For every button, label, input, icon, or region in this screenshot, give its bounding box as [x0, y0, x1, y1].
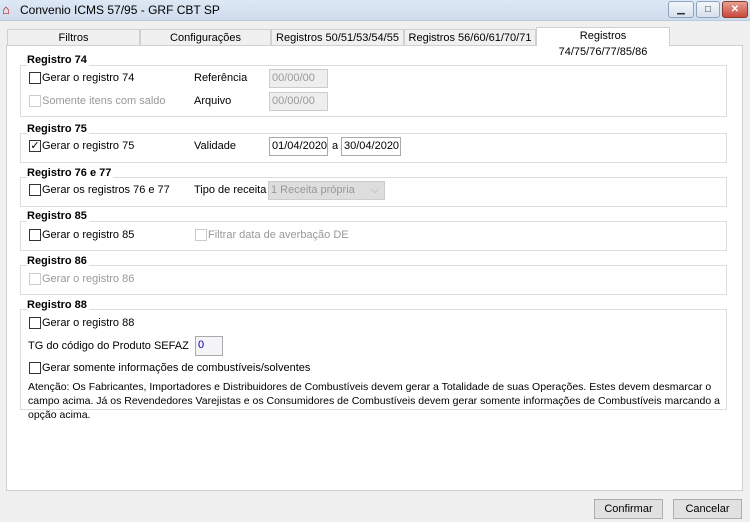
close-icon[interactable]: ✕ — [722, 1, 748, 18]
checkbox-label: Filtrar data de averbação DE — [208, 229, 349, 241]
group-title: Registro 75 — [27, 123, 89, 135]
gerar-86-checkbox[interactable] — [29, 273, 41, 285]
app-icon: ⌂ — [2, 2, 10, 17]
title-bar: ⌂ Convenio ICMS 57/95 - GRF CBT SP ▁ □ ✕ — [0, 0, 750, 21]
gerar-88-checkbox[interactable] — [29, 317, 41, 329]
group-title: Registro 76 e 77 — [27, 167, 114, 179]
gerar-76-checkbox[interactable] — [29, 184, 41, 196]
checkbox-label: Gerar somente informações de combustívei… — [42, 362, 311, 374]
referencia-label: Referência — [194, 72, 248, 84]
checkbox-label: Gerar o registro 85 — [42, 229, 135, 241]
checkbox-label: Gerar o registro 75 — [42, 140, 135, 152]
tab-registros-56[interactable]: Registros 56/60/61/70/71 — [404, 29, 536, 46]
tipo-receita-label: Tipo de receita — [194, 184, 267, 196]
chevron-down-icon: ⌵ — [370, 184, 379, 196]
a-label: a — [332, 140, 339, 152]
validade-de-input[interactable]: 01/04/2020 — [269, 137, 328, 156]
atencao-text: Atenção: Os Fabricantes, Importadores e … — [28, 381, 720, 421]
checkbox-label: Gerar o registro 88 — [42, 317, 135, 329]
arquivo-label: Arquivo — [194, 95, 232, 107]
group-title: Registro 85 — [27, 210, 89, 222]
checkbox-label: Gerar o registro 86 — [42, 273, 135, 285]
tipo-receita-select[interactable]: 1 Receita própria ⌵ — [268, 181, 385, 200]
validade-ate-input[interactable]: 30/04/2020 — [341, 137, 401, 156]
group-title: Registro 86 — [27, 255, 89, 267]
selected-value: 1 Receita própria — [271, 184, 355, 196]
referencia-input[interactable]: 00/00/00 — [269, 69, 328, 88]
validade-label: Validade — [194, 140, 236, 152]
tab-filtros[interactable]: Filtros — [7, 29, 140, 46]
somente-saldo-checkbox[interactable] — [29, 95, 41, 107]
checkbox-label: Gerar o registro 74 — [42, 72, 135, 84]
maximize-icon[interactable]: □ — [696, 1, 720, 18]
gerar-75-checkbox[interactable]: ✓ — [29, 140, 41, 152]
tg-label: TG do código do Produto SEFAZ — [28, 340, 189, 352]
somente-combustiveis-checkbox[interactable] — [29, 362, 41, 374]
checkbox-label: Somente itens com saldo — [42, 95, 166, 107]
tg-input[interactable]: 0 — [195, 336, 223, 356]
gerar-74-checkbox[interactable] — [29, 72, 41, 84]
tab-registros-50[interactable]: Registros 50/51/53/54/55 — [271, 29, 404, 46]
group-title: Registro 88 — [27, 299, 89, 311]
checkbox-label: Gerar os registros 76 e 77 — [42, 184, 170, 196]
confirmar-button[interactable]: Confirmar — [594, 499, 663, 519]
window-title: Convenio ICMS 57/95 - GRF CBT SP — [20, 3, 220, 17]
cancelar-button[interactable]: Cancelar — [673, 499, 742, 519]
group-title: Registro 74 — [27, 54, 89, 66]
arquivo-input[interactable]: 00/00/00 — [269, 92, 328, 111]
filtrar-averbacao-checkbox[interactable] — [195, 229, 207, 241]
gerar-85-checkbox[interactable] — [29, 229, 41, 241]
tab-configuracoes[interactable]: Configurações — [140, 29, 271, 46]
minimize-icon[interactable]: ▁ — [668, 1, 694, 18]
tab-registros-74[interactable]: Registros 74/75/76/77/85/86 — [536, 27, 670, 58]
